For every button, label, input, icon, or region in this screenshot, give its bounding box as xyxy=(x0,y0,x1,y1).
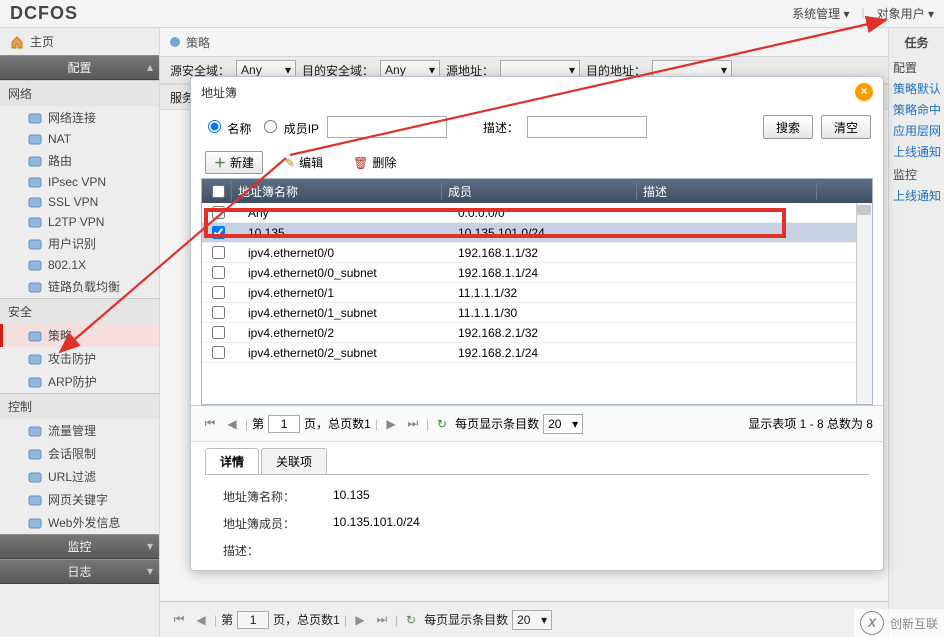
search-name-input[interactable] xyxy=(327,116,447,138)
watermark: X 创新互联 xyxy=(854,609,944,637)
radio-name[interactable]: 名称 xyxy=(203,117,251,137)
dlg-refresh-icon[interactable]: ↻ xyxy=(433,415,451,433)
table-row[interactable]: ipv4.ethernet0/0192.168.1.1/32 xyxy=(202,243,872,263)
detail-panel: 地址簿名称：10.135 地址簿成员：10.135.101.0/24 描述： xyxy=(205,474,869,570)
row-checkbox[interactable] xyxy=(212,246,225,259)
cell-member: 192.168.2.1/24 xyxy=(442,346,637,360)
cell-member: 192.168.1.1/32 xyxy=(442,246,637,260)
detail-name-key: 地址簿名称： xyxy=(223,488,333,505)
new-button[interactable]: ＋ 新建 xyxy=(205,151,263,174)
cell-name: Any xyxy=(232,206,442,220)
row-checkbox[interactable] xyxy=(212,266,225,279)
label-desc: 描述： xyxy=(483,119,519,136)
dlg-result-text: 显示表项 1 - 8 总数为 8 xyxy=(748,415,873,432)
table-row[interactable]: 10.13510.135.101.0/24 xyxy=(202,223,872,243)
cell-name: ipv4.ethernet0/0_subnet xyxy=(232,266,442,280)
dlg-pager-first[interactable]: ⏮ xyxy=(201,415,219,433)
cell-name: 10.135 xyxy=(232,226,442,240)
cell-member: 192.168.2.1/32 xyxy=(442,326,637,340)
cell-name: ipv4.ethernet0/2_subnet xyxy=(232,346,442,360)
dialog-pager: ⏮ ◀ | 第 页，总页数1 | ▶ ⏭ | ↻ 每页显示条目数 20▾ 显示表… xyxy=(191,405,883,441)
dialog-title-bar: 地址簿 × xyxy=(191,77,883,107)
table-row[interactable]: ipv4.ethernet0/111.1.1.1/32 xyxy=(202,283,872,303)
clear-button[interactable]: 清空 xyxy=(821,115,871,139)
cell-name: ipv4.ethernet0/2 xyxy=(232,326,442,340)
grid-body: Any0.0.0.0/010.13510.135.101.0/24ipv4.et… xyxy=(202,203,872,404)
search-desc-input[interactable] xyxy=(527,116,647,138)
table-row[interactable]: ipv4.ethernet0/1_subnet11.1.1.1/30 xyxy=(202,303,872,323)
plus-icon: ＋ xyxy=(214,154,226,171)
detail-member-key: 地址簿成员： xyxy=(223,515,333,532)
table-row[interactable]: ipv4.ethernet0/0_subnet192.168.1.1/24 xyxy=(202,263,872,283)
search-button[interactable]: 搜索 xyxy=(763,115,813,139)
dlg-per-page-label: 每页显示条目数 xyxy=(455,415,539,432)
dialog-toolbar: ＋ 新建 ✎ 编辑 🗑 删除 xyxy=(191,147,883,178)
row-checkbox[interactable] xyxy=(212,306,225,319)
select-all-checkbox[interactable] xyxy=(212,185,225,198)
col-header-name[interactable]: 地址簿名称 xyxy=(232,183,442,200)
table-row[interactable]: ipv4.ethernet0/2192.168.2.1/32 xyxy=(202,323,872,343)
cell-member: 11.1.1.1/32 xyxy=(442,286,637,300)
dialog-search-bar: 名称 成员IP 描述： 搜索 清空 xyxy=(191,107,883,147)
table-row[interactable]: Any0.0.0.0/0 xyxy=(202,203,872,223)
row-checkbox[interactable] xyxy=(212,226,225,239)
dialog-title: 地址簿 xyxy=(201,84,237,101)
cell-member: 11.1.1.1/30 xyxy=(442,306,637,320)
row-checkbox[interactable] xyxy=(212,206,225,219)
grid-scrollbar[interactable] xyxy=(856,203,872,404)
address-book-dialog: 地址簿 × 名称 成员IP 描述： 搜索 清空 ＋ 新建 ✎ 编辑 🗑 删除 地… xyxy=(190,76,884,571)
grid-header: 地址簿名称 成员 描述 xyxy=(202,179,872,203)
dlg-pager-prev[interactable]: ◀ xyxy=(223,415,241,433)
detail-name-val: 10.135 xyxy=(333,488,370,505)
detail-member-val: 10.135.101.0/24 xyxy=(333,515,420,532)
cell-name: ipv4.ethernet0/1_subnet xyxy=(232,306,442,320)
address-book-grid: 地址簿名称 成员 描述 Any0.0.0.0/010.13510.135.101… xyxy=(201,178,873,405)
dlg-pager-next[interactable]: ▶ xyxy=(382,415,400,433)
col-header-desc[interactable]: 描述 xyxy=(637,183,817,200)
detail-desc-key: 描述： xyxy=(223,542,333,559)
cell-member: 192.168.1.1/24 xyxy=(442,266,637,280)
trash-icon: 🗑 xyxy=(353,156,368,170)
dlg-pager-mid: 页，总页数1 xyxy=(304,415,371,432)
row-checkbox[interactable] xyxy=(212,286,225,299)
close-icon[interactable]: × xyxy=(855,83,873,101)
cell-name: ipv4.ethernet0/1 xyxy=(232,286,442,300)
dlg-pager-page-input[interactable] xyxy=(268,415,300,433)
dlg-pager-last[interactable]: ⏭ xyxy=(404,415,422,433)
row-checkbox[interactable] xyxy=(212,326,225,339)
dlg-pager-prefix: 第 xyxy=(252,415,264,432)
row-checkbox[interactable] xyxy=(212,346,225,359)
tab-related[interactable]: 关联项 xyxy=(261,448,327,474)
edit-button[interactable]: ✎ 编辑 xyxy=(277,152,331,173)
table-row[interactable]: ipv4.ethernet0/2_subnet192.168.2.1/24 xyxy=(202,343,872,363)
pencil-icon: ✎ xyxy=(285,156,295,170)
detail-tabs: 详情 关联项 xyxy=(191,441,883,474)
tab-detail[interactable]: 详情 xyxy=(205,448,259,474)
watermark-logo-icon: X xyxy=(860,611,884,635)
col-header-member[interactable]: 成员 xyxy=(442,183,637,200)
dlg-per-page-select[interactable]: 20▾ xyxy=(543,414,583,434)
cell-member: 0.0.0.0/0 xyxy=(442,206,637,220)
radio-member-ip[interactable]: 成员IP xyxy=(259,117,319,137)
cell-name: ipv4.ethernet0/0 xyxy=(232,246,442,260)
cell-member: 10.135.101.0/24 xyxy=(442,226,637,240)
delete-button[interactable]: 🗑 删除 xyxy=(345,152,404,173)
